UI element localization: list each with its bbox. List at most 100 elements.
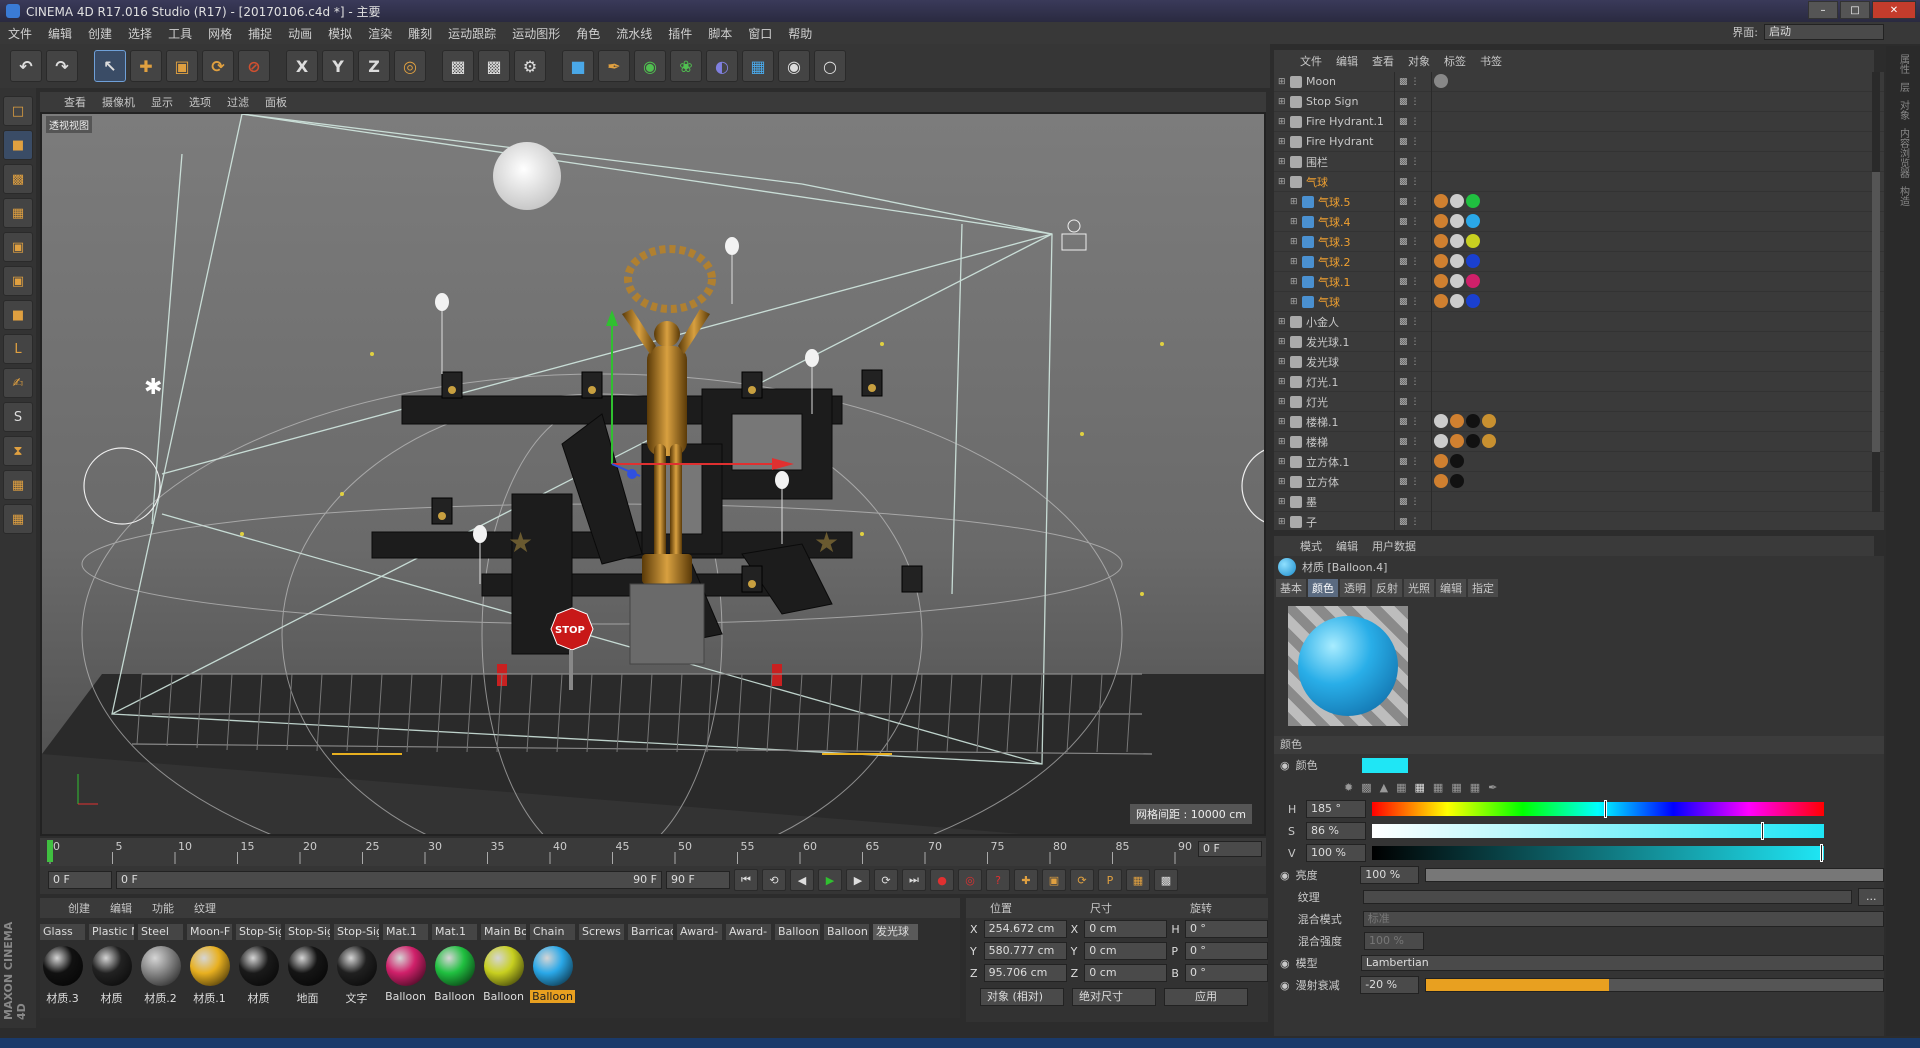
- menu-pipeline[interactable]: 流水线: [616, 25, 652, 42]
- cube-primitive-icon[interactable]: ■: [562, 50, 594, 82]
- object-tag-icon[interactable]: [1450, 234, 1464, 248]
- workplane-lock-icon[interactable]: ▦: [3, 470, 33, 500]
- material-tag[interactable]: Chain: [530, 924, 575, 940]
- rotation-b-field[interactable]: 0 °: [1184, 964, 1268, 982]
- saturation-slider-handle[interactable]: [1760, 822, 1764, 840]
- layer-icon[interactable]: ▩: [1399, 377, 1408, 387]
- visibility-dots-icon[interactable]: ⋮: [1411, 157, 1420, 167]
- object-tag-icon[interactable]: [1466, 274, 1480, 288]
- recent-tool-icon[interactable]: ⊘: [238, 50, 270, 82]
- object-row[interactable]: ⊞ 气球 ▩ ⋮: [1274, 172, 1884, 192]
- attribute-tab[interactable]: 反射: [1372, 579, 1402, 597]
- material-item[interactable]: Balloon: [432, 946, 477, 1008]
- radio-icon[interactable]: ◉: [1280, 979, 1290, 992]
- hsv-mode-icon[interactable]: ▦: [1415, 781, 1425, 794]
- next-frame-icon[interactable]: ▶: [846, 869, 870, 891]
- visibility-dots-icon[interactable]: ⋮: [1411, 257, 1420, 267]
- workplane-mode-icon[interactable]: ▦: [3, 198, 33, 228]
- visibility-dots-icon[interactable]: ⋮: [1411, 337, 1420, 347]
- material-item[interactable]: Balloon: [383, 946, 428, 1008]
- previous-key-icon[interactable]: ⟲: [762, 869, 786, 891]
- record-keys-icon[interactable]: ●: [930, 869, 954, 891]
- material-tag[interactable]: Stop-Sig: [285, 924, 330, 940]
- tab-objects[interactable]: 对象: [1896, 100, 1911, 120]
- object-tag-icon[interactable]: [1450, 474, 1464, 488]
- diffuse-falloff-slider[interactable]: [1424, 978, 1884, 992]
- expand-icon[interactable]: ⊞: [1278, 97, 1290, 107]
- visibility-dots-icon[interactable]: ⋮: [1411, 237, 1420, 247]
- scheme-icon[interactable]: ▩: [1154, 869, 1178, 891]
- keyframe-selection-icon[interactable]: ?: [986, 869, 1010, 891]
- visibility-dots-icon[interactable]: ⋮: [1411, 77, 1420, 87]
- material-menu-texture[interactable]: 纹理: [194, 900, 216, 916]
- object-tag-icon[interactable]: [1434, 254, 1448, 268]
- object-row[interactable]: ⊞ 立方体.1 ▩ ⋮: [1274, 452, 1884, 472]
- layer-icon[interactable]: ▩: [1399, 397, 1408, 407]
- position-key-icon[interactable]: ✚: [1014, 869, 1038, 891]
- saturation-slider[interactable]: [1372, 822, 1824, 840]
- menu-edit[interactable]: 编辑: [48, 25, 72, 42]
- material-tag[interactable]: Barricad: [628, 924, 673, 940]
- perspective-viewport[interactable]: ✱ ★ ★ STOP 透视视图 网格间距: 10000 cm: [40, 112, 1266, 836]
- layer-icon[interactable]: ▩: [1399, 317, 1408, 327]
- object-row[interactable]: ⊞ 发光球 ▩ ⋮: [1274, 352, 1884, 372]
- layer-icon[interactable]: ▩: [1399, 497, 1408, 507]
- expand-icon[interactable]: ⊞: [1278, 377, 1290, 387]
- material-tag[interactable]: Balloon: [775, 924, 820, 940]
- object-tag-icon[interactable]: [1434, 454, 1448, 468]
- scale-tool-icon[interactable]: ▣: [166, 50, 198, 82]
- auto-key-icon[interactable]: ◎: [958, 869, 982, 891]
- world-coordinates-icon[interactable]: ◎: [394, 50, 426, 82]
- polygons-mode-icon[interactable]: ■: [3, 300, 33, 330]
- menu-script[interactable]: 脚本: [708, 25, 732, 42]
- visibility-dots-icon[interactable]: ⋮: [1411, 317, 1420, 327]
- layer-icon[interactable]: ▩: [1399, 77, 1408, 87]
- layer-icon[interactable]: ▩: [1399, 337, 1408, 347]
- object-tag-icon[interactable]: [1434, 414, 1448, 428]
- grid-snap-icon[interactable]: ▦: [3, 504, 33, 534]
- material-tag[interactable]: Stop-Sig: [236, 924, 281, 940]
- object-tag-icon[interactable]: [1466, 294, 1480, 308]
- parameter-key-icon[interactable]: P: [1098, 869, 1122, 891]
- undo-icon[interactable]: ↶: [10, 50, 42, 82]
- attr-menu-edit[interactable]: 编辑: [1336, 538, 1358, 554]
- blend-strength-field[interactable]: 100 %: [1364, 932, 1424, 950]
- texture-browse-button[interactable]: ...: [1858, 888, 1884, 906]
- redo-icon[interactable]: ↷: [46, 50, 78, 82]
- menu-mesh[interactable]: 网格: [208, 25, 232, 42]
- material-menu-edit[interactable]: 编辑: [110, 900, 132, 916]
- object-tag-icon[interactable]: [1450, 294, 1464, 308]
- visibility-dots-icon[interactable]: ⋮: [1411, 497, 1420, 507]
- object-menu-tags[interactable]: 标签: [1444, 53, 1466, 69]
- object-tag-icon[interactable]: [1450, 274, 1464, 288]
- layer-icon[interactable]: ▩: [1399, 97, 1408, 107]
- menu-motion-tracking[interactable]: 运动跟踪: [448, 25, 496, 42]
- camera-icon[interactable]: ◉: [778, 50, 810, 82]
- viewport-menu-display[interactable]: 显示: [151, 94, 173, 110]
- tab-layers[interactable]: 层: [1896, 82, 1911, 92]
- playhead[interactable]: [47, 840, 53, 862]
- expand-icon[interactable]: ⊞: [1278, 417, 1290, 427]
- hue-slider[interactable]: [1372, 800, 1824, 818]
- expand-icon[interactable]: ⊞: [1278, 477, 1290, 487]
- y-axis-lock-icon[interactable]: Y: [322, 50, 354, 82]
- attr-menu-user-data[interactable]: 用户数据: [1372, 538, 1416, 554]
- object-menu-objects[interactable]: 对象: [1408, 53, 1430, 69]
- attribute-tab[interactable]: 光照: [1404, 579, 1434, 597]
- menu-render[interactable]: 渲染: [368, 25, 392, 42]
- expand-icon[interactable]: ⊞: [1278, 357, 1290, 367]
- value-field[interactable]: 100 %: [1306, 844, 1366, 862]
- material-item[interactable]: 材质: [89, 946, 134, 1008]
- object-row[interactable]: ⊞ 立方体 ▩ ⋮: [1274, 472, 1884, 492]
- swatches-mode-icon[interactable]: ▦: [1470, 781, 1480, 794]
- object-tag-icon[interactable]: [1450, 414, 1464, 428]
- floor-icon[interactable]: ▦: [742, 50, 774, 82]
- object-tag-icon[interactable]: [1450, 434, 1464, 448]
- object-tag-icon[interactable]: [1466, 414, 1480, 428]
- model-mode-icon[interactable]: ■: [3, 130, 33, 160]
- menu-create[interactable]: 创建: [88, 25, 112, 42]
- rotate-tool-icon[interactable]: ⟳: [202, 50, 234, 82]
- apply-button[interactable]: 应用: [1164, 988, 1248, 1006]
- material-item[interactable]: Balloon: [481, 946, 526, 1008]
- material-tag[interactable]: Stop-Sig: [334, 924, 379, 940]
